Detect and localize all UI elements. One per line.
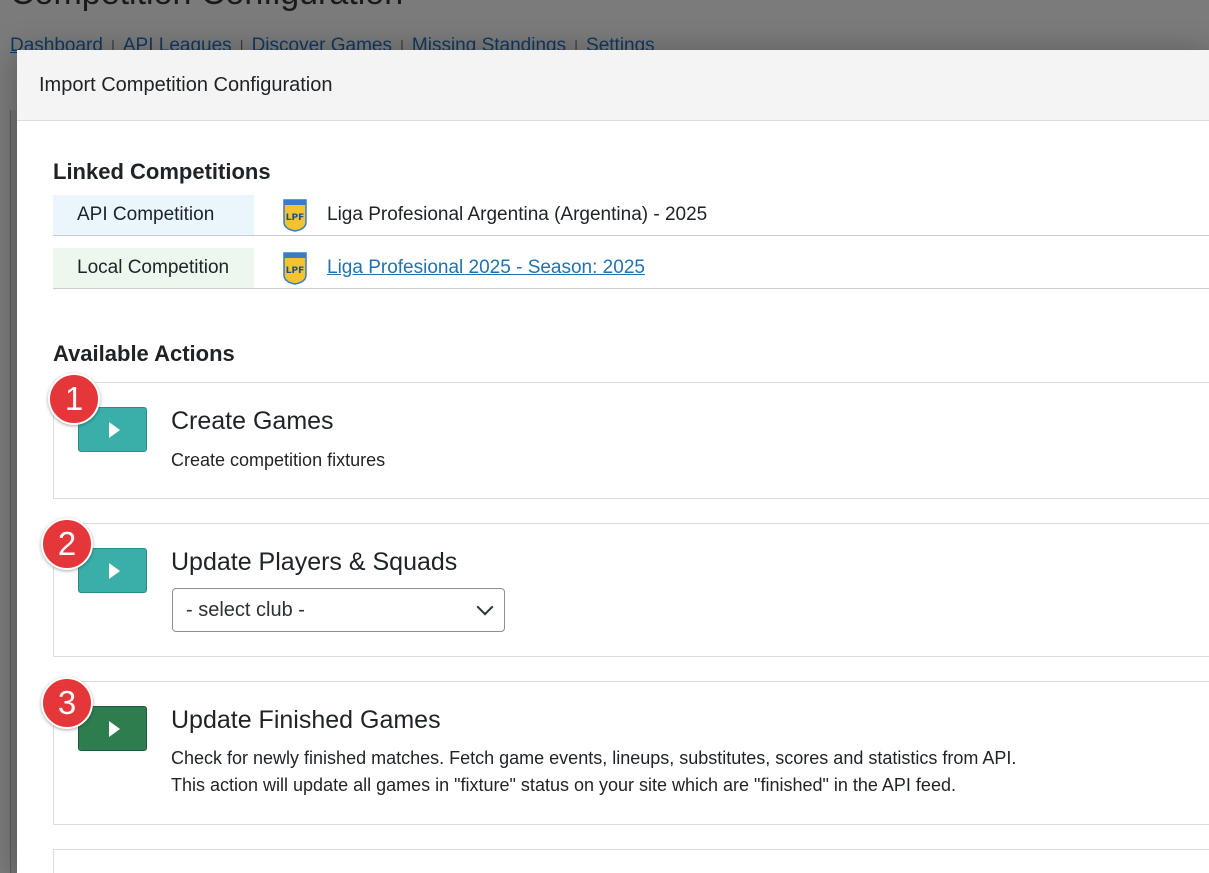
action-title: Create Games [171,407,334,435]
step-badge-3: 3 [41,677,93,729]
local-competition-label: Local Competition [53,248,254,288]
local-competition-row: Local Competition LPF Liga Profesional 2… [53,248,1209,289]
lpf-logo-icon: LPF [283,199,307,232]
step-badge-1: 1 [48,373,100,425]
api-competition-label: API Competition [53,195,254,235]
modal-body: Linked Competitions API Competition LPF … [17,121,1209,873]
play-icon [108,720,120,737]
action-card-create-games: 1 Create Games Create competition fixtur… [48,373,1209,499]
action-card-update-players: 2 Update Players & Squads - select club … [41,518,1209,657]
action-description: Create competition fixtures [171,450,386,470]
api-competition-row: API Competition LPF Liga Profesional Arg… [53,195,1209,236]
action-card-update-finished-games: 3 Update Finished Games Check for newly … [41,677,1209,825]
club-select[interactable]: - select club - [172,588,505,632]
action-card-next [53,849,1209,873]
play-icon [108,421,120,438]
api-competition-value: Liga Profesional Argentina (Argentina) -… [327,204,708,225]
background-page-title: Competition Configuration [10,0,403,13]
linked-competitions-heading: Linked Competitions [53,159,271,184]
modal-header: Import Competition Configuration [17,50,1209,121]
import-config-modal: Import Competition Configuration Linked … [17,50,1209,873]
action-description-line-2: This action will update all games in "fi… [171,775,956,795]
action-description-line-1: Check for newly finished matches. Fetch … [171,748,1017,768]
club-select-value: - select club - [186,598,305,621]
action-title: Update Finished Games [171,706,441,734]
modal-title: Import Competition Configuration [39,73,333,96]
svg-text:LPF: LPF [286,266,304,276]
local-competition-link[interactable]: Liga Profesional 2025 - Season: 2025 [327,257,645,279]
play-icon [108,562,120,579]
linked-competitions-table: API Competition LPF Liga Profesional Arg… [53,195,1209,289]
action-title: Update Players & Squads [171,548,458,576]
chevron-down-icon [476,598,494,616]
step-badge-2: 2 [41,518,93,570]
available-actions-heading: Available Actions [53,341,235,366]
svg-text:LPF: LPF [286,213,304,223]
lpf-logo-icon: LPF [283,252,307,285]
